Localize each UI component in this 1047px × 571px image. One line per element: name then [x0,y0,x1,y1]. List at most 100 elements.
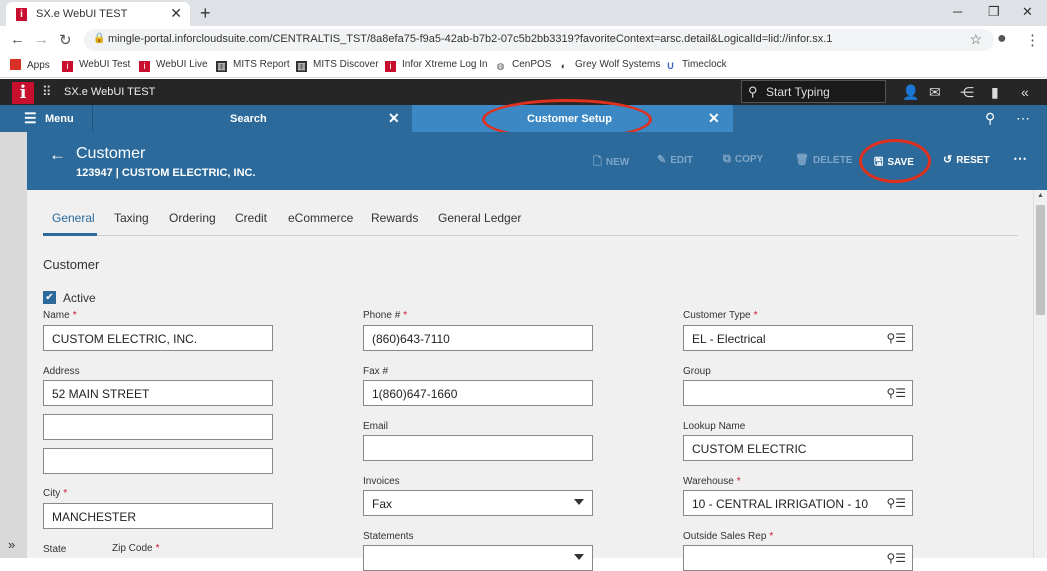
tab-customer-setup-label: Customer Setup [527,113,612,125]
bookmark-mits-discover[interactable]: ▥ MITS Discover [296,59,379,72]
warehouse-field[interactable]: 10 - CENTRAL IRRIGATION - 10 ⚲☰ [683,490,913,516]
menu-button[interactable]: ☰ Menu [0,105,93,132]
form-tab-rewards[interactable]: Rewards [371,211,418,225]
back-icon[interactable]: ← [49,145,66,165]
warehouse-label: Warehouse * [683,476,741,487]
app-grid-icon[interactable]: ⠿ [42,85,56,99]
address-field[interactable]: 52 MAIN STREET [43,380,273,406]
email-field[interactable] [363,435,593,461]
scroll-up-icon[interactable]: ▲ [1037,192,1044,199]
more-icon[interactable]: ⋯ [1016,110,1030,127]
lookup-name-label: Lookup Name [683,421,746,432]
reset-button[interactable]: ↺ RESET [943,153,990,166]
expand-icon[interactable]: » [8,537,15,552]
left-gutter: » [0,132,27,558]
name-field[interactable]: CUSTOM ELECTRIC, INC. [43,325,273,351]
save-button[interactable]: 🖫 SAVE [874,153,914,172]
address-line2-field[interactable] [43,414,273,440]
menu-label: Menu [45,113,74,125]
invoices-select[interactable]: Fax [363,490,593,516]
share-icon[interactable]: ⋲ [960,84,974,101]
window-close-icon[interactable]: ✕ [1022,4,1033,20]
form-tab-general-ledger[interactable]: General Ledger [438,211,521,225]
browser-tab[interactable]: i SX.e WebUI TEST ✕ [6,2,190,26]
forward-arrow-icon[interactable]: → [34,31,49,48]
form-tab-general[interactable]: General [52,211,95,225]
selected-tab-indicator [43,233,97,236]
tab-customer-setup[interactable]: Customer Setup ✕ [412,105,733,132]
collapse-icon[interactable]: « [1021,84,1029,100]
infor-logo[interactable]: i [12,82,34,104]
scrollbar-thumb[interactable] [1036,205,1045,315]
reload-icon[interactable]: ↻ [59,31,72,49]
close-icon[interactable]: ✕ [388,110,400,127]
timeclock-icon: U [667,61,674,71]
back-arrow-icon[interactable]: ← [10,31,25,48]
bookmark-infor-xtreme[interactable]: i Infor Xtreme Log In [385,59,488,72]
lookup-icon[interactable]: ⚲☰ [886,551,906,565]
search-icon[interactable]: ⚲ [985,110,995,127]
bookmark-webui-live[interactable]: i WebUI Live [139,59,208,72]
active-checkbox[interactable]: ✔ [43,291,56,304]
tab-search-label: Search [230,113,267,125]
outside-sales-rep-field[interactable]: ⚲☰ [683,545,913,571]
tab-divider [43,235,1018,236]
bookmark-apps[interactable]: Apps [10,59,50,71]
global-search-input[interactable] [766,84,881,100]
delete-button[interactable]: 🗑 DELETE [795,153,852,166]
customer-type-field[interactable]: EL - Electrical ⚲☰ [683,325,913,351]
lookup-icon[interactable]: ⚲☰ [886,331,906,345]
browser-tab-title: SX.e WebUI TEST [36,8,128,20]
bookmark-timeclock[interactable]: U Timeclock [665,59,726,72]
bookmark-star-icon[interactable]: ☆ [969,31,982,48]
fax-field[interactable]: 1(860)647-1660 [363,380,593,406]
fax-label: Fax # [363,366,389,377]
tab-search[interactable]: Search ✕ [94,105,412,132]
bookmark-webui-test[interactable]: i WebUI Test [62,59,130,72]
new-tab-button[interactable]: + [200,3,211,24]
new-button[interactable]: 🗋 NEW [593,153,629,172]
app-header [0,79,1047,105]
lookup-icon[interactable]: ⚲☰ [886,386,906,400]
address-line3-field[interactable] [43,448,273,474]
phone-field[interactable]: (860)643-7110 [363,325,593,351]
infor-icon: i [62,61,73,72]
lookup-icon[interactable]: ⚲☰ [886,496,906,510]
chrome-menu-icon[interactable]: ⋮ [1025,31,1040,49]
edit-icon: ✎ [657,154,667,166]
customer-type-value: EL - Electrical [692,332,766,346]
copy-button[interactable]: ⧉ COPY [723,153,763,166]
global-search[interactable]: ⚲ [741,80,886,103]
city-field[interactable]: MANCHESTER [43,503,273,529]
vertical-scrollbar[interactable]: ▲ [1033,190,1047,558]
lookup-name-field[interactable]: CUSTOM ELECTRIC [683,435,913,461]
required-marker: * [736,476,741,487]
invoices-label: Invoices [363,476,400,487]
form-tab-taxing[interactable]: Taxing [114,211,149,225]
group-field[interactable]: ⚲☰ [683,380,913,406]
required-marker: * [63,488,68,499]
bookmark-cenpos[interactable]: ◍ CenPOS [495,59,552,72]
close-tab-icon[interactable]: ✕ [170,5,182,22]
statements-label: Statements [363,531,414,542]
outside-sales-rep-label: Outside Sales Rep * [683,531,774,542]
bookmark-icon[interactable]: ▮ [991,84,999,101]
name-label: Name * [43,310,77,321]
minimize-icon[interactable]: ─ [953,4,962,19]
url-bar[interactable]: 🔒 mingle-portal.inforcloudsuite.com/CENT… [84,29,994,51]
statements-select[interactable] [363,545,593,571]
bookmark-mits-report[interactable]: ▥ MITS Report [216,59,290,72]
edit-button[interactable]: ✎ EDIT [657,153,693,166]
form-tab-credit[interactable]: Credit [235,211,267,225]
more-actions-icon[interactable]: ⋯ [1013,150,1027,167]
profile-icon[interactable]: ● [997,30,1007,48]
address-bar-row: ← → ↻ 🔒 mingle-portal.inforcloudsuite.co… [0,26,1047,54]
restore-icon[interactable]: ❐ [988,4,1000,20]
group-label: Group [683,366,711,377]
form-tab-ordering[interactable]: Ordering [169,211,216,225]
close-icon[interactable]: ✕ [708,110,720,127]
user-icon[interactable]: 👤 [902,84,919,101]
bookmark-grey-wolf[interactable]: ◐ Grey Wolf Systems [558,59,661,72]
form-tab-ecommerce[interactable]: eCommerce [288,211,353,225]
mail-icon[interactable]: ✉ [929,84,941,101]
